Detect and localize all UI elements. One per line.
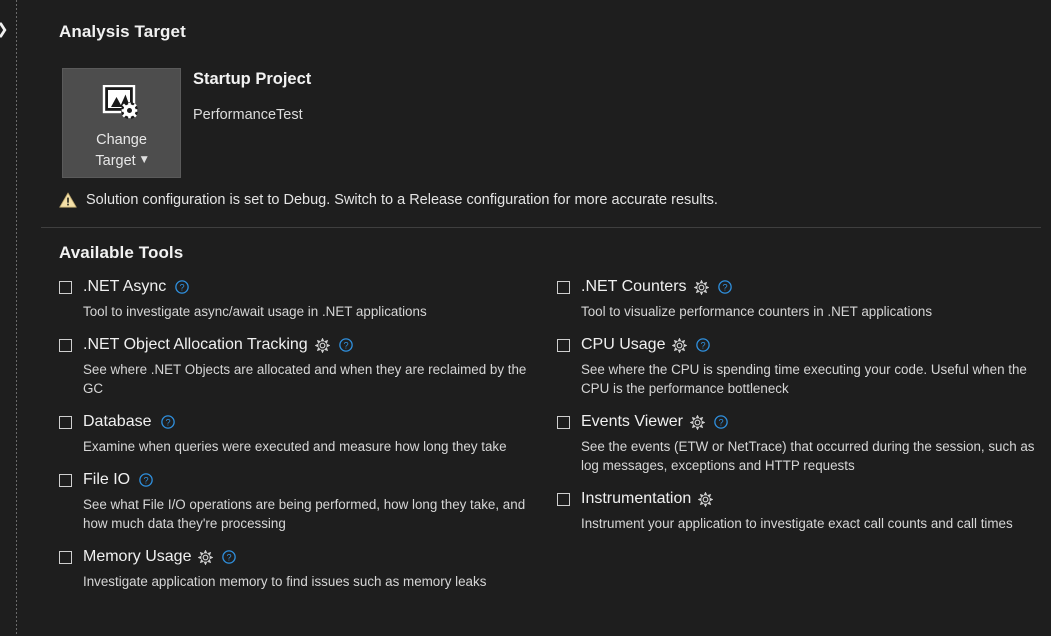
svg-text:?: ? — [165, 417, 170, 427]
tool-header[interactable]: .NET Object Allocation Tracking? — [59, 334, 537, 356]
tool-checkbox[interactable] — [59, 550, 72, 564]
tool-header[interactable]: Instrumentation — [557, 488, 1035, 510]
tool-name: Database — [83, 413, 152, 430]
help-circle-icon[interactable]: ? — [696, 338, 711, 352]
configuration-warning-text: Solution configuration is set to Debug. … — [86, 192, 718, 208]
svg-text:?: ? — [343, 340, 348, 350]
change-target-labels: Change Target ▼ — [95, 130, 147, 171]
settings-gear-icon[interactable] — [198, 549, 214, 565]
tools-column-left: .NET Async? Tool to investigate async/awa… — [59, 276, 537, 604]
tool-description: Investigate application memory to find i… — [83, 574, 487, 589]
tool-item: Instrumentation Instrument your applicati… — [557, 488, 1035, 533]
tool-header[interactable]: Memory Usage? — [59, 546, 537, 568]
help-circle-icon[interactable]: ? — [160, 415, 175, 429]
tool-checkbox[interactable] — [557, 415, 570, 429]
svg-text:?: ? — [227, 552, 232, 562]
settings-gear-icon[interactable] — [693, 279, 709, 295]
left-rail: ❯ — [0, 0, 17, 636]
available-tools-section-title: Available Tools — [59, 243, 184, 262]
chevron-right-icon[interactable]: ❯ — [0, 21, 10, 38]
tool-name: .NET Counters — [581, 278, 687, 295]
tool-checkbox[interactable] — [557, 338, 570, 352]
tool-header[interactable]: Events Viewer? — [557, 411, 1035, 433]
change-target-button[interactable]: Change Target ▼ — [62, 68, 181, 178]
profiler-content-area: Analysis Target Change Target ▼ Startup … — [17, 0, 1051, 636]
tool-header[interactable]: .NET Counters? — [557, 276, 1035, 298]
tool-name: CPU Usage — [581, 336, 666, 353]
change-target-label-line2: Target — [95, 153, 136, 169]
svg-text:?: ? — [144, 475, 149, 485]
help-circle-icon[interactable]: ? — [175, 280, 190, 294]
settings-gear-icon[interactable] — [698, 491, 714, 507]
configuration-warning: Solution configuration is set to Debug. … — [59, 192, 718, 208]
chevron-down-icon[interactable]: ▼ — [141, 150, 148, 170]
tool-description: See what File I/O operations are being p… — [83, 497, 526, 531]
tool-item: Memory Usage? Investigate application mem… — [59, 546, 537, 591]
tool-item: CPU Usage? See where the CPU is spending … — [557, 334, 1035, 398]
svg-text:?: ? — [180, 282, 185, 292]
tool-checkbox[interactable] — [557, 280, 570, 294]
tool-item: .NET Object Allocation Tracking? See wher… — [59, 334, 537, 398]
tool-item: .NET Counters? Tool to visualize performa… — [557, 276, 1035, 321]
tool-description: Tool to investigate async/await usage in… — [83, 304, 427, 319]
tool-header[interactable]: File IO? — [59, 469, 537, 491]
help-circle-icon[interactable]: ? — [717, 280, 732, 294]
startup-project-name: PerformanceTest — [193, 107, 303, 123]
tool-item: .NET Async? Tool to investigate async/awa… — [59, 276, 537, 321]
settings-gear-icon[interactable] — [314, 337, 330, 353]
tool-item: Database? Examine when queries were execu… — [59, 411, 537, 456]
tool-description: See where the CPU is spending time execu… — [581, 362, 1027, 396]
tool-name: Events Viewer — [581, 413, 683, 430]
startup-project-heading: Startup Project — [193, 70, 312, 88]
analysis-target-section-title: Analysis Target — [59, 22, 186, 41]
tool-name: File IO — [83, 471, 131, 488]
tool-item: File IO? See what File I/O operations are… — [59, 469, 537, 533]
tool-name: Instrumentation — [581, 490, 692, 507]
tool-checkbox[interactable] — [557, 492, 570, 506]
settings-gear-icon[interactable] — [672, 337, 688, 353]
tool-description: Tool to visualize performance counters i… — [581, 304, 933, 319]
svg-text:?: ? — [718, 417, 723, 427]
svg-text:?: ? — [722, 282, 727, 292]
settings-gear-icon[interactable] — [689, 414, 705, 430]
tool-description: See the events (ETW or NetTrace) that oc… — [581, 439, 1035, 473]
tool-description: Instrument your application to investiga… — [581, 516, 1013, 531]
tool-item: Events Viewer? See the events (ETW or Net… — [557, 411, 1035, 475]
svg-text:?: ? — [701, 340, 706, 350]
image-settings-icon — [102, 85, 138, 119]
tool-description: See where .NET Objects are allocated and… — [83, 362, 527, 396]
help-circle-icon[interactable]: ? — [714, 415, 728, 429]
warning-triangle-icon — [59, 192, 77, 208]
tool-header[interactable]: Database? — [59, 411, 537, 433]
section-divider — [41, 227, 1041, 228]
help-circle-icon[interactable]: ? — [222, 550, 237, 564]
change-target-label-line1: Change — [96, 132, 147, 148]
tool-header[interactable]: CPU Usage? — [557, 334, 1035, 356]
tools-column-right: .NET Counters? Tool to visualize performa… — [557, 276, 1035, 546]
help-circle-icon[interactable]: ? — [139, 473, 153, 487]
tool-name: Memory Usage — [83, 548, 192, 565]
tool-name: .NET Object Allocation Tracking — [83, 336, 308, 353]
tool-checkbox[interactable] — [59, 473, 72, 487]
tool-checkbox[interactable] — [59, 280, 72, 294]
tool-name: .NET Async — [83, 278, 167, 295]
tool-checkbox[interactable] — [59, 415, 72, 429]
tool-checkbox[interactable] — [59, 338, 72, 352]
help-circle-icon[interactable]: ? — [338, 338, 353, 352]
tool-description: Examine when queries were executed and m… — [83, 439, 507, 454]
tool-header[interactable]: .NET Async? — [59, 276, 537, 298]
